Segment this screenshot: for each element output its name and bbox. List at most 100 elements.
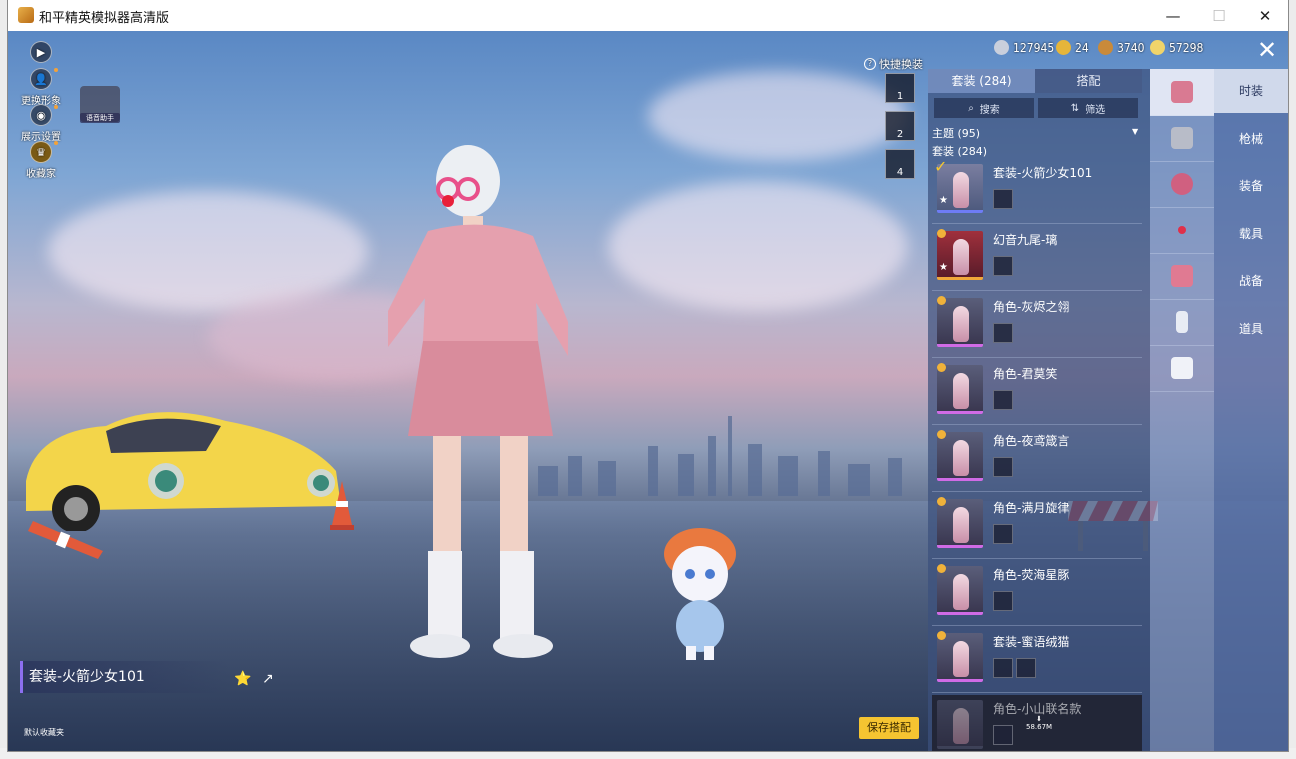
outfit-thumbnail <box>937 566 983 615</box>
save-outfit-button[interactable]: 保存搭配 <box>859 717 919 739</box>
outfit-item[interactable]: 套装-蜜语绒猫 <box>932 628 1142 693</box>
top-icon[interactable] <box>1150 253 1214 300</box>
outfit-figure <box>953 172 969 208</box>
avatar-icon: 👤 <box>30 68 52 90</box>
outfit-item[interactable]: 角色-小山联名款 ⬇ 58.67M <box>932 695 1142 751</box>
gold-token-icon <box>1056 40 1071 55</box>
outfit-figure <box>953 306 969 342</box>
search-label: 搜索 <box>979 104 1000 116</box>
background-app-left <box>0 0 8 759</box>
cloud <box>648 71 908 161</box>
favorite-add-icon[interactable]: ⭐ <box>234 671 254 687</box>
outfit-item[interactable]: ✓ ★ 套装-火箭少女101 <box>932 157 1142 224</box>
outfit-name: 角色-灰烬之翎 <box>993 300 1070 314</box>
panel-tabs: 套装 (284) 搭配 <box>928 69 1142 93</box>
download-size: 58.67M <box>1026 723 1053 731</box>
crown-icon: ♛ <box>30 141 52 163</box>
nose-icon[interactable] <box>1150 207 1214 254</box>
category-gun[interactable]: 枪械 <box>1214 117 1288 161</box>
collection-tool[interactable]: ♛ 收藏家 <box>16 141 66 180</box>
category-prop[interactable]: 道具 <box>1214 307 1288 351</box>
change-avatar-tool[interactable]: 👤 更换形象 <box>16 68 66 107</box>
rarity-badge-icon <box>937 363 946 372</box>
city-skyline <box>538 416 902 496</box>
maximize-button[interactable]: ☐ <box>1196 0 1242 31</box>
outfit-name: 角色-君莫笑 <box>993 367 1058 381</box>
category-supply[interactable]: 战备 <box>1214 259 1288 303</box>
category-vehicle[interactable]: 载具 <box>1214 212 1288 256</box>
outfit-part-icon <box>993 457 1013 477</box>
outfit-item[interactable]: ★ 幻音九尾-璃 <box>932 226 1142 291</box>
close-window-button[interactable]: ✕ <box>1242 0 1288 31</box>
outfit-part-icon <box>1016 658 1036 678</box>
window-title: 和平精英模拟器高清版 <box>39 11 170 26</box>
category-outfit[interactable]: 时装 <box>1214 69 1288 113</box>
category-equipment[interactable]: 装备 <box>1214 164 1288 208</box>
pants-icon[interactable] <box>1150 299 1214 346</box>
quick-swap-slot-1[interactable]: 1 <box>885 73 915 103</box>
outfit-part-icon <box>993 658 1013 678</box>
emote-icon[interactable] <box>1150 345 1214 392</box>
currency-silver: 127945 <box>994 40 1054 55</box>
quick-swap-slot-4[interactable]: 4 <box>885 149 915 179</box>
filter-button[interactable]: ⇅ 筛选 <box>1038 98 1138 118</box>
currency-silver-value: 127945 <box>1013 40 1055 55</box>
search-button[interactable]: ⌕ 搜索 <box>934 98 1034 118</box>
chevron-down-icon[interactable]: ▼ <box>1132 127 1138 136</box>
panel-toolbar: ⌕ 搜索 ⇅ 筛选 <box>934 98 1138 118</box>
silver-coin-icon <box>994 40 1009 55</box>
collection-label: 收藏家 <box>26 169 56 180</box>
outfit-part-icon <box>993 524 1013 544</box>
outfit-part-icon <box>993 725 1013 745</box>
glasses-icon[interactable] <box>1150 161 1214 208</box>
outfit-thumbnail <box>937 298 983 347</box>
currency-bronze: 3740 <box>1098 40 1144 55</box>
outfit-item[interactable]: 角色-荧海星豚 <box>932 561 1142 626</box>
eye-icon: ◉ <box>30 104 52 126</box>
outfit-name: 套装-蜜语绒猫 <box>993 635 1070 649</box>
quick-swap-label[interactable]: ? 快捷换装 <box>864 56 923 72</box>
outfit-part-icon <box>993 390 1013 410</box>
outfit-item[interactable]: 角色-满月旋律 <box>932 494 1142 559</box>
currency-token-value: 24 <box>1075 40 1089 55</box>
game-viewport[interactable]: ▶ 👤 更换形象 ◉ 展示设置 ♛ 收藏家 语音助手 127945 24 374… <box>8 31 1288 751</box>
currency-gold-value: 57298 <box>1169 40 1204 55</box>
notification-dot <box>54 105 58 109</box>
player-character[interactable] <box>388 131 568 661</box>
pet-companion[interactable] <box>660 526 740 661</box>
outfit-figure <box>953 239 969 275</box>
tab-mix[interactable]: 搭配 <box>1035 69 1142 93</box>
currency-gold: 57298 <box>1150 40 1203 55</box>
theme-section[interactable]: 主题 (95) <box>932 125 980 141</box>
notification-dot <box>54 68 58 72</box>
filter-label: 筛选 <box>1085 104 1106 116</box>
close-icon[interactable]: ✕ <box>1252 37 1282 63</box>
star-icon: ★ <box>939 195 948 206</box>
download-icon[interactable]: ⬇ 58.67M <box>1026 715 1052 731</box>
outfit-thumbnail <box>937 633 983 682</box>
outfit-item[interactable]: 角色-夜鸢箴言 <box>932 427 1142 492</box>
outfit-panel: 套装 (284) 搭配 ⌕ 搜索 ⇅ 筛选 主题 (95) ▼ 套装 (284)… <box>928 69 1150 751</box>
default-favorite-label[interactable]: 默认收藏夹 <box>24 727 64 738</box>
outfit-part-icon <box>993 323 1013 343</box>
play-icon: ▶ <box>30 41 52 63</box>
share-icon[interactable]: ↗ <box>262 671 282 687</box>
outfit-item[interactable]: 角色-灰烬之翎 <box>932 293 1142 358</box>
outfit-figure <box>953 440 969 476</box>
play-tool[interactable]: ▶ <box>16 41 66 65</box>
outfit-item[interactable]: 角色-君莫笑 <box>932 360 1142 425</box>
traffic-cone <box>28 521 103 559</box>
outfit-figure <box>953 507 969 543</box>
helmet-icon[interactable] <box>1150 115 1214 162</box>
outfit-icon[interactable] <box>1150 69 1214 116</box>
display-settings-tool[interactable]: ◉ 展示设置 <box>16 104 66 143</box>
tab-suits[interactable]: 套装 (284) <box>928 69 1035 93</box>
outfit-name: 幻音九尾-璃 <box>993 233 1058 247</box>
outfit-figure <box>953 373 969 409</box>
star-icon: ★ <box>939 262 948 273</box>
search-icon: ⌕ <box>968 102 974 114</box>
title-bar: 和平精英模拟器高清版 — ☐ ✕ <box>8 0 1288 31</box>
quick-swap-slot-2[interactable]: 2 <box>885 111 915 141</box>
minimize-button[interactable]: — <box>1150 0 1196 31</box>
rarity-badge-icon <box>937 296 946 305</box>
